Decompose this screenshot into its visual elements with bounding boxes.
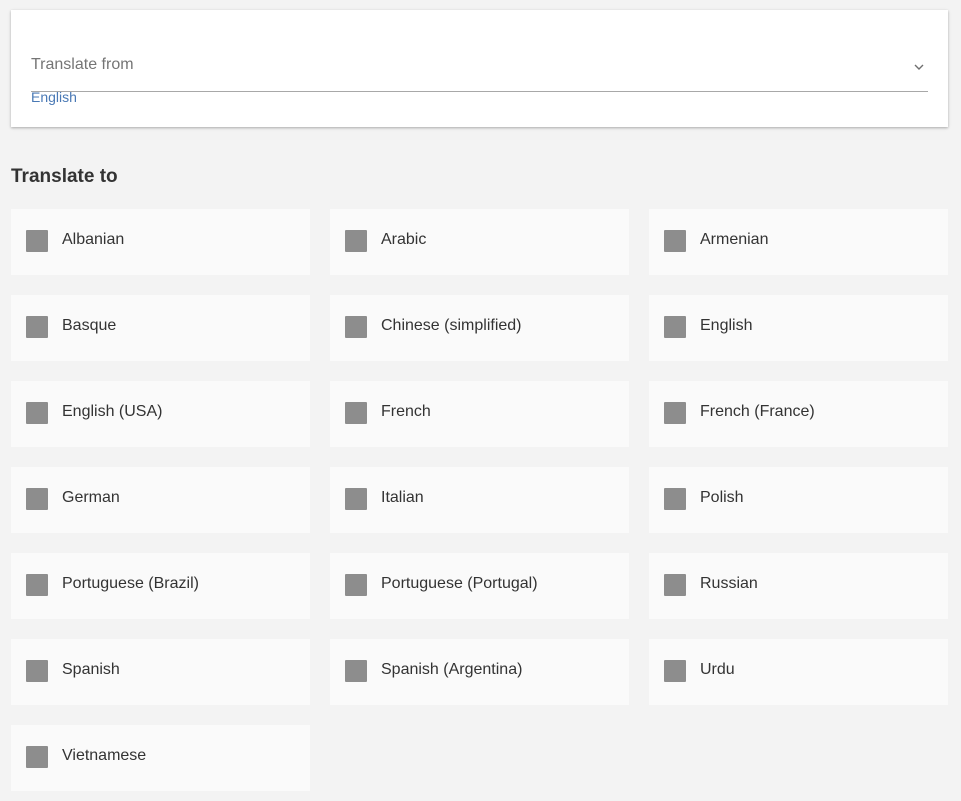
checkbox-icon[interactable] xyxy=(345,488,367,510)
language-option[interactable]: Armenian xyxy=(649,209,948,275)
language-option[interactable]: Urdu xyxy=(649,639,948,705)
chevron-down-icon[interactable] xyxy=(912,60,926,74)
language-option[interactable]: Vietnamese xyxy=(11,725,310,791)
checkbox-icon[interactable] xyxy=(26,402,48,424)
language-option[interactable]: Spanish (Argentina) xyxy=(330,639,629,705)
language-label: Armenian xyxy=(700,231,769,248)
checkbox-icon[interactable] xyxy=(26,574,48,596)
language-label: Urdu xyxy=(700,661,735,678)
language-option[interactable]: English (USA) xyxy=(11,381,310,447)
language-label: Albanian xyxy=(62,231,125,248)
language-label: Basque xyxy=(62,317,117,334)
language-label: Polish xyxy=(700,489,744,506)
language-label: French (France) xyxy=(700,403,815,420)
language-label: Vietnamese xyxy=(62,747,147,764)
language-label: German xyxy=(62,489,120,506)
checkbox-icon[interactable] xyxy=(26,746,48,768)
checkbox-icon[interactable] xyxy=(26,660,48,682)
language-label: English (USA) xyxy=(62,403,163,420)
checkbox-icon[interactable] xyxy=(345,316,367,338)
checkbox-icon[interactable] xyxy=(345,230,367,252)
checkbox-icon[interactable] xyxy=(345,402,367,424)
language-label: Portuguese (Portugal) xyxy=(381,575,538,592)
checkbox-icon[interactable] xyxy=(664,316,686,338)
checkbox-icon[interactable] xyxy=(664,402,686,424)
language-label: English xyxy=(700,317,753,334)
translate-from-placeholder: Translate from xyxy=(31,56,134,73)
language-label: Chinese (simplified) xyxy=(381,317,522,334)
language-option[interactable]: German xyxy=(11,467,310,533)
translate-from-selected-value: English xyxy=(31,89,77,105)
language-label: Italian xyxy=(381,489,424,506)
language-label: Arabic xyxy=(381,231,427,248)
language-option[interactable]: Italian xyxy=(330,467,629,533)
language-label: Spanish xyxy=(62,661,120,678)
checkbox-icon[interactable] xyxy=(345,660,367,682)
checkbox-icon[interactable] xyxy=(26,488,48,510)
checkbox-icon[interactable] xyxy=(664,230,686,252)
language-option[interactable]: Russian xyxy=(649,553,948,619)
language-option[interactable]: Portuguese (Brazil) xyxy=(11,553,310,619)
language-option[interactable]: Arabic xyxy=(330,209,629,275)
translate-to-heading: Translate to xyxy=(11,166,118,187)
language-option[interactable]: Spanish xyxy=(11,639,310,705)
language-label: Russian xyxy=(700,575,758,592)
checkbox-icon[interactable] xyxy=(345,574,367,596)
translate-from-select[interactable]: Translate from xyxy=(31,54,928,92)
language-label: Portuguese (Brazil) xyxy=(62,575,199,592)
language-option[interactable]: French xyxy=(330,381,629,447)
language-grid: Albanian Arabic Armenian Basque Chinese (sim… xyxy=(11,209,948,791)
language-option[interactable]: Polish xyxy=(649,467,948,533)
checkbox-icon[interactable] xyxy=(26,230,48,252)
language-option[interactable]: Chinese (simplified) xyxy=(330,295,629,361)
language-option[interactable]: Basque xyxy=(11,295,310,361)
language-label: Spanish (Argentina) xyxy=(381,661,523,678)
checkbox-icon[interactable] xyxy=(664,488,686,510)
language-label: French xyxy=(381,403,431,420)
checkbox-icon[interactable] xyxy=(664,574,686,596)
checkbox-icon[interactable] xyxy=(664,660,686,682)
language-option[interactable]: Albanian xyxy=(11,209,310,275)
language-option[interactable]: Portuguese (Portugal) xyxy=(330,553,629,619)
language-option[interactable]: English xyxy=(649,295,948,361)
language-option[interactable]: French (France) xyxy=(649,381,948,447)
checkbox-icon[interactable] xyxy=(26,316,48,338)
translate-from-card: Translate from English xyxy=(11,10,948,127)
